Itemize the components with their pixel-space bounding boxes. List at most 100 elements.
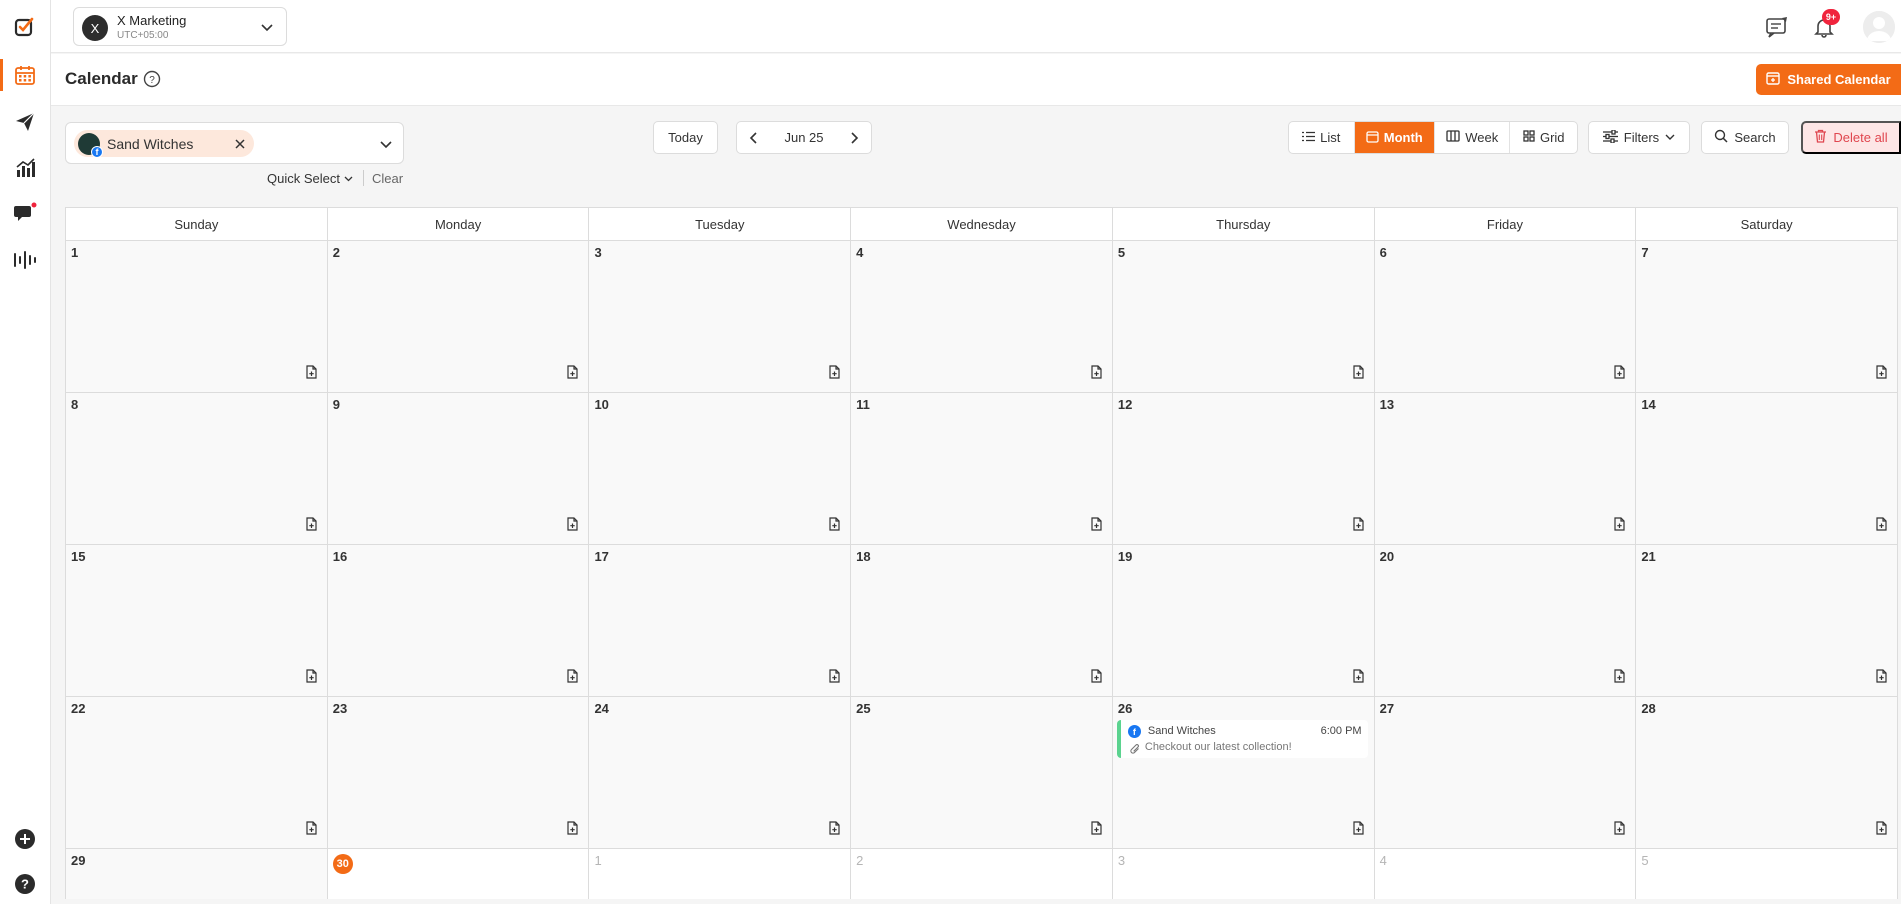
- add-post-icon[interactable]: [566, 517, 579, 536]
- calendar-day-cell[interactable]: 5: [1112, 241, 1375, 392]
- search-label: Search: [1734, 130, 1776, 145]
- add-post-icon[interactable]: [566, 365, 579, 384]
- add-post-icon[interactable]: [305, 517, 318, 536]
- app-logo-icon[interactable]: [10, 12, 40, 42]
- calendar-day-cell[interactable]: 17: [589, 545, 852, 696]
- view-week-label: Week: [1465, 130, 1499, 145]
- add-post-icon[interactable]: [1352, 669, 1365, 688]
- calendar-day-cell[interactable]: 9: [327, 393, 590, 544]
- calendar-day-cell[interactable]: 12: [1112, 393, 1375, 544]
- calendar-day-cell[interactable]: 19: [1112, 545, 1375, 696]
- day-number: 6: [1379, 245, 1387, 260]
- delete-all-button[interactable]: Delete all: [1801, 121, 1901, 154]
- add-post-icon[interactable]: [1875, 821, 1888, 840]
- view-week-button[interactable]: Week: [1435, 122, 1511, 153]
- add-post-icon[interactable]: [828, 821, 841, 840]
- add-post-icon[interactable]: [1875, 365, 1888, 384]
- add-post-icon[interactable]: [1090, 365, 1103, 384]
- add-post-icon[interactable]: [1613, 821, 1626, 840]
- chevron-right-icon[interactable]: [847, 131, 861, 150]
- chevron-down-icon[interactable]: [379, 137, 393, 156]
- add-post-icon[interactable]: [566, 669, 579, 688]
- add-post-icon[interactable]: [566, 821, 579, 840]
- workspace-switcher[interactable]: X X Marketing UTC+05:00: [73, 7, 287, 46]
- calendar-day-cell[interactable]: 8: [66, 393, 328, 544]
- add-post-icon[interactable]: [1613, 669, 1626, 688]
- view-grid-button[interactable]: Grid: [1510, 122, 1577, 153]
- filters-button[interactable]: Filters: [1588, 121, 1690, 154]
- add-post-icon[interactable]: [1613, 517, 1626, 536]
- calendar-day-cell[interactable]: 18: [851, 545, 1113, 696]
- day-number: 11: [856, 397, 870, 412]
- facebook-icon: f: [91, 145, 103, 158]
- calendar-day-cell[interactable]: 2: [327, 241, 590, 392]
- view-month-button[interactable]: Month: [1354, 122, 1435, 153]
- clear-selection-link[interactable]: Clear: [372, 171, 403, 186]
- view-grid-label: Grid: [1539, 130, 1565, 145]
- calendar-day-cell[interactable]: 30: [327, 849, 590, 899]
- calendar-day-cell[interactable]: 7: [1636, 241, 1897, 392]
- inbox-chat-icon[interactable]: [10, 198, 40, 228]
- shared-calendar-button[interactable]: Shared Calendar: [1756, 64, 1901, 95]
- view-list-button[interactable]: List: [1289, 122, 1355, 153]
- today-button[interactable]: Today: [653, 121, 718, 154]
- calendar-day-cell[interactable]: 24: [589, 697, 852, 848]
- calendar-day-cell[interactable]: 1: [589, 849, 852, 899]
- calendar-day-cell[interactable]: 13: [1374, 393, 1637, 544]
- calendar-day-cell[interactable]: 11: [851, 393, 1113, 544]
- add-post-icon[interactable]: [305, 821, 318, 840]
- calendar-day-cell[interactable]: 28: [1636, 697, 1897, 848]
- calendar-day-cell[interactable]: 20: [1374, 545, 1637, 696]
- calendar-day-cell[interactable]: 27: [1374, 697, 1637, 848]
- calendar-day-cell[interactable]: 26 f Sand Witches 6:00 PM Checkout our lates…: [1112, 697, 1375, 848]
- calendar-day-cell[interactable]: 1: [66, 241, 328, 392]
- remove-account-close-icon[interactable]: [234, 137, 246, 155]
- calendar-day-cell[interactable]: 10: [589, 393, 852, 544]
- listening-waveform-icon[interactable]: [10, 245, 40, 275]
- add-post-icon[interactable]: [1613, 365, 1626, 384]
- calendar-day-cell[interactable]: 16: [327, 545, 590, 696]
- add-post-icon[interactable]: [1090, 517, 1103, 536]
- add-post-icon[interactable]: [1875, 517, 1888, 536]
- add-post-icon[interactable]: [1352, 821, 1365, 840]
- calendar-day-cell[interactable]: 25: [851, 697, 1113, 848]
- add-post-icon[interactable]: [1875, 669, 1888, 688]
- add-circle-icon[interactable]: [10, 824, 40, 854]
- calendar-day-cell[interactable]: 23: [327, 697, 590, 848]
- add-post-icon[interactable]: [828, 365, 841, 384]
- scheduled-post-card[interactable]: f Sand Witches 6:00 PM Checkout our latest …: [1116, 720, 1368, 758]
- day-number: 29: [71, 853, 86, 868]
- calendar-day-cell[interactable]: 15: [66, 545, 328, 696]
- calendar-day-cell[interactable]: 21: [1636, 545, 1897, 696]
- calendar-day-cell[interactable]: 14: [1636, 393, 1897, 544]
- calendar-day-cell[interactable]: 22: [66, 697, 328, 848]
- notifications-bell-icon[interactable]: 9+: [1810, 9, 1840, 41]
- add-post-icon[interactable]: [1090, 821, 1103, 840]
- help-circle-icon[interactable]: ?: [10, 869, 40, 899]
- search-button[interactable]: Search: [1701, 121, 1789, 154]
- help-question-icon[interactable]: ?: [143, 70, 161, 93]
- calendar-day-cell[interactable]: 4: [1374, 849, 1637, 899]
- calendar-day-cell[interactable]: 3: [589, 241, 852, 392]
- calendar-day-cell[interactable]: 5: [1636, 849, 1897, 899]
- add-post-icon[interactable]: [1352, 365, 1365, 384]
- account-selector[interactable]: f Sand Witches: [65, 122, 404, 164]
- weekday-header: Tuesday: [589, 208, 852, 240]
- add-post-icon[interactable]: [1090, 669, 1103, 688]
- add-post-icon[interactable]: [305, 669, 318, 688]
- calendar-day-cell[interactable]: 4: [851, 241, 1113, 392]
- feedback-icon[interactable]: [1763, 13, 1791, 41]
- calendar-day-cell[interactable]: 29: [66, 849, 328, 899]
- calendar-nav-icon[interactable]: [10, 60, 40, 90]
- calendar-day-cell[interactable]: 2: [851, 849, 1113, 899]
- publish-paper-plane-icon[interactable]: [10, 107, 40, 137]
- quick-select-dropdown[interactable]: Quick Select: [267, 171, 353, 186]
- add-post-icon[interactable]: [1352, 517, 1365, 536]
- user-avatar-icon[interactable]: [1863, 11, 1895, 43]
- add-post-icon[interactable]: [828, 669, 841, 688]
- calendar-day-cell[interactable]: 6: [1374, 241, 1637, 392]
- calendar-day-cell[interactable]: 3: [1112, 849, 1375, 899]
- add-post-icon[interactable]: [305, 365, 318, 384]
- add-post-icon[interactable]: [828, 517, 841, 536]
- analytics-chart-icon[interactable]: [10, 153, 40, 183]
